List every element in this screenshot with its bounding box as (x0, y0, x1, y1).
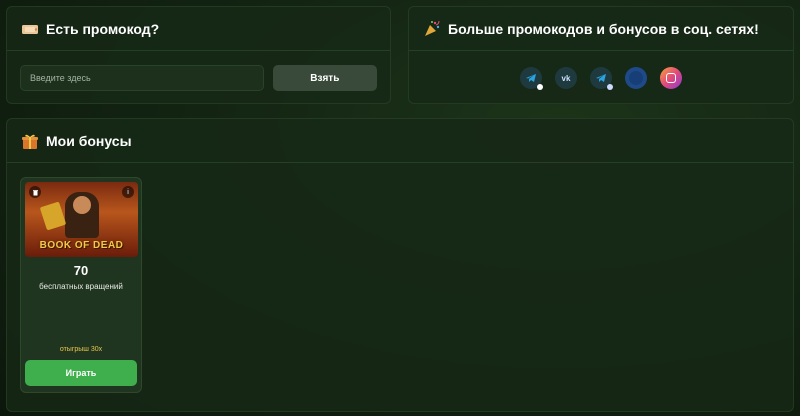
promo-title: Есть промокод? (46, 20, 160, 37)
chat-bubble-icon (537, 84, 543, 90)
ticket-icon (21, 20, 39, 38)
socials-title: Больше промокодов и бонусов в соц. сетях… (448, 20, 759, 37)
promo-form: Взять (7, 51, 390, 91)
gift-icon (21, 132, 39, 150)
instagram-link[interactable] (660, 67, 682, 89)
social-links: vk (409, 51, 793, 90)
page: Есть промокод? Взять Больше промокодов и… (0, 0, 800, 416)
telegram-icon (526, 74, 536, 82)
socials-panel: Больше промокодов и бонусов в соц. сетях… (408, 6, 794, 104)
game-thumbnail[interactable]: BOOK OF DEAD i (25, 182, 138, 257)
hero-face (73, 196, 91, 214)
telegram-chat-link[interactable] (520, 67, 543, 90)
bonuses-panel: Мои бонусы BOOK OF DEAD i 70 бесплатных … (6, 118, 794, 412)
trash-icon[interactable] (29, 186, 41, 198)
wager-requirement: отыгрыш 30х (59, 346, 103, 353)
promo-panel: Есть промокод? Взять (6, 6, 391, 104)
bonuses-title: Мои бонусы (46, 132, 132, 149)
dark-social-link[interactable] (625, 67, 647, 89)
promo-code-input[interactable] (20, 65, 264, 91)
vk-link[interactable]: vk (555, 67, 577, 89)
bonus-amount: 70 (73, 263, 89, 278)
info-icon[interactable]: i (122, 186, 134, 198)
book-icon (39, 201, 67, 231)
dark-blue-circle-icon (629, 71, 643, 85)
bonuses-header: Мои бонусы (7, 119, 793, 163)
promo-header: Есть промокод? (7, 7, 390, 51)
telegram-channel-link[interactable] (590, 67, 613, 90)
megaphone-icon (607, 84, 613, 90)
bonus-card: BOOK OF DEAD i 70 бесплатных вращений от… (20, 177, 142, 393)
vk-icon: vk (561, 73, 571, 83)
party-popper-icon (423, 20, 441, 38)
bonus-description: бесплатных вращений (39, 282, 123, 291)
telegram-icon (596, 74, 606, 82)
play-button[interactable]: Играть (25, 360, 137, 386)
redeem-button[interactable]: Взять (272, 65, 377, 91)
game-title: BOOK OF DEAD (39, 240, 124, 251)
socials-header: Больше промокодов и бонусов в соц. сетях… (409, 7, 793, 51)
instagram-icon (666, 73, 676, 83)
